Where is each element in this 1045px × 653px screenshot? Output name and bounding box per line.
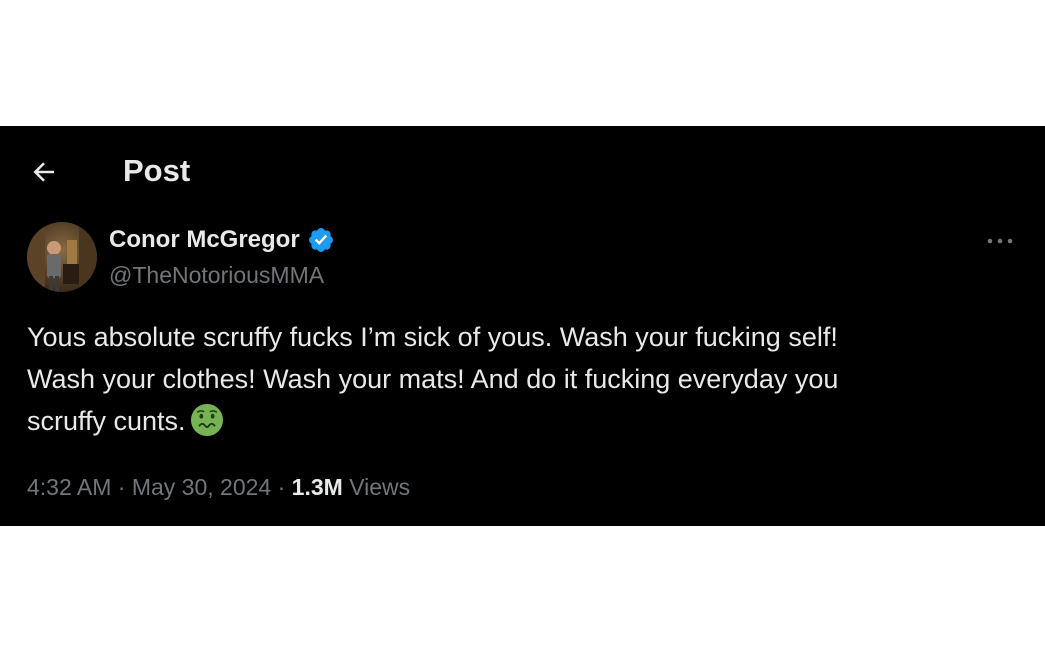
arrow-left-icon xyxy=(33,162,54,182)
meta-separator: · xyxy=(271,474,292,500)
post-header: Post xyxy=(0,126,1045,218)
tweet-text: Yous absolute scruffy fucks I’m sick of … xyxy=(27,322,839,436)
avatar[interactable] xyxy=(27,222,97,292)
post-panel: Post Conor McGregor @TheNotoriousMMA You… xyxy=(0,126,1045,526)
nauseated-face-emoji-icon xyxy=(190,403,224,437)
author-handle[interactable]: @TheNotoriousMMA xyxy=(109,260,324,290)
verified-badge-icon xyxy=(307,226,335,254)
tweet-time[interactable]: 4:32 AM xyxy=(27,474,111,500)
page-title: Post xyxy=(123,153,191,188)
meta-separator: · xyxy=(111,474,132,500)
author-row: Conor McGregor xyxy=(109,225,335,255)
more-horizontal-icon xyxy=(987,238,1013,244)
tweet-date[interactable]: May 30, 2024 xyxy=(132,474,271,500)
tweet-meta: 4:32 AM · May 30, 2024 · 1.3M Views xyxy=(27,472,410,502)
back-button[interactable] xyxy=(26,154,62,190)
views-count: 1.3M xyxy=(291,474,343,500)
author-name[interactable]: Conor McGregor xyxy=(109,225,300,255)
views-label: Views xyxy=(349,474,411,500)
tweet-body: Yous absolute scruffy fucks I’m sick of … xyxy=(27,316,987,442)
more-options-button[interactable] xyxy=(976,226,1024,256)
